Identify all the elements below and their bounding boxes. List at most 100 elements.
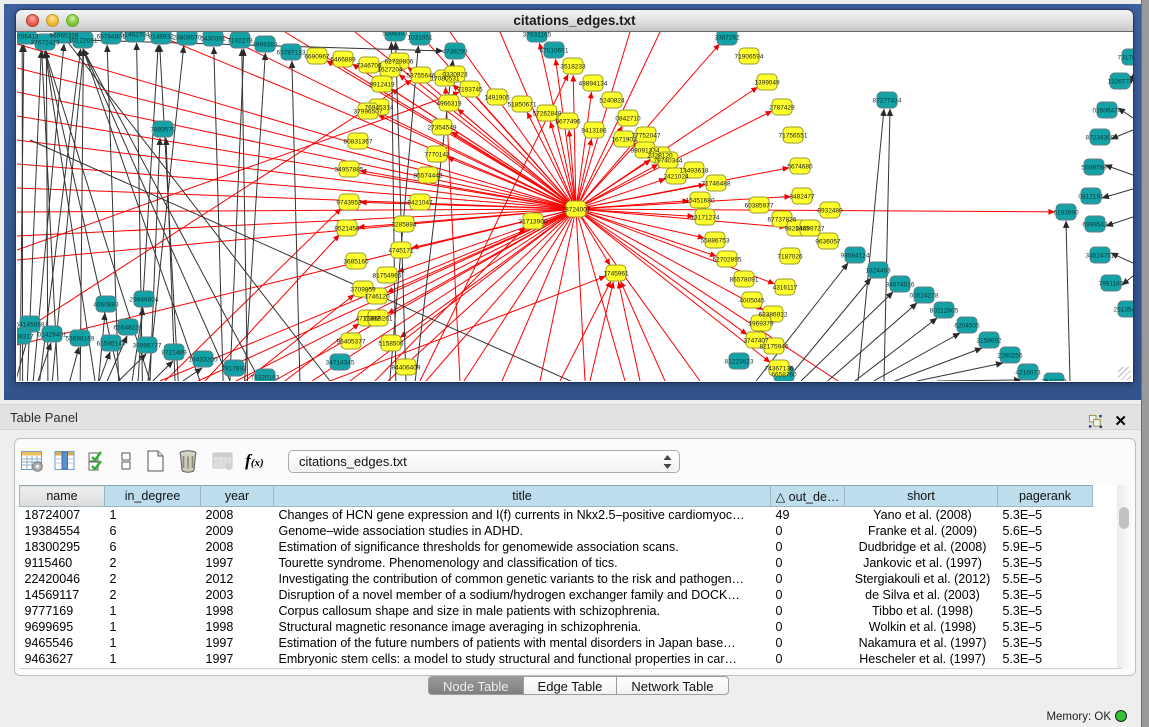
svg-text:7889579: 7889579 bbox=[150, 127, 176, 134]
svg-text:13433200: 13433200 bbox=[189, 357, 218, 364]
svg-text:7193745: 7193745 bbox=[457, 87, 483, 94]
svg-text:1031051: 1031051 bbox=[407, 35, 433, 42]
svg-text:25135427: 25135427 bbox=[1114, 307, 1133, 314]
svg-text:51462704: 51462704 bbox=[121, 32, 150, 39]
svg-text:7182278: 7182278 bbox=[227, 38, 253, 45]
svg-text:02606474: 02606474 bbox=[1093, 108, 1122, 115]
svg-text:9421047: 9421047 bbox=[407, 200, 433, 207]
svg-text:1491905: 1491905 bbox=[484, 95, 510, 102]
svg-text:2787429: 2787429 bbox=[769, 105, 795, 112]
svg-text:71756551: 71756551 bbox=[779, 133, 808, 140]
svg-text:0330923: 0330923 bbox=[442, 72, 468, 79]
svg-text:85574443: 85574443 bbox=[414, 173, 443, 180]
svg-text:6658760: 6658760 bbox=[771, 372, 797, 379]
svg-text:8708317: 8708317 bbox=[17, 334, 34, 341]
svg-text:27354549: 27354549 bbox=[428, 125, 457, 132]
svg-text:1969379: 1969379 bbox=[748, 321, 774, 328]
svg-text:76320163: 76320163 bbox=[251, 375, 280, 382]
svg-text:57262849: 57262849 bbox=[533, 111, 562, 118]
svg-text:37631165: 37631165 bbox=[523, 32, 552, 39]
svg-text:55698169: 55698169 bbox=[66, 336, 95, 343]
svg-text:34624751: 34624751 bbox=[1086, 253, 1115, 260]
svg-text:31713900: 31713900 bbox=[519, 219, 548, 226]
svg-text:3685160: 3685160 bbox=[343, 259, 369, 266]
svg-text:9636057: 9636057 bbox=[815, 239, 841, 246]
svg-text:37672423: 37672423 bbox=[31, 40, 60, 47]
svg-text:0812191: 0812191 bbox=[1078, 194, 1104, 201]
svg-text:4745171: 4745171 bbox=[388, 248, 414, 255]
svg-text:9743953: 9743953 bbox=[336, 200, 362, 207]
svg-text:1824493: 1824493 bbox=[865, 268, 891, 275]
svg-text:1326773: 1326773 bbox=[1107, 79, 1133, 86]
svg-text:80112805: 80112805 bbox=[930, 308, 959, 315]
svg-text:13171274: 13171274 bbox=[691, 215, 720, 222]
svg-text:9413186: 9413186 bbox=[581, 128, 607, 135]
svg-text:3709859: 3709859 bbox=[350, 287, 376, 294]
svg-text:5158506: 5158506 bbox=[378, 341, 404, 348]
svg-text:86578091: 86578091 bbox=[730, 277, 759, 284]
svg-text:5009788: 5009788 bbox=[1081, 165, 1107, 172]
svg-text:60385977: 60385977 bbox=[745, 203, 774, 210]
svg-text:67737826: 67737826 bbox=[768, 217, 797, 224]
svg-text:9521456: 9521456 bbox=[334, 226, 360, 233]
svg-text:7187026: 7187026 bbox=[777, 254, 803, 261]
svg-text:51850671: 51850671 bbox=[508, 102, 537, 109]
svg-text:75869261: 75869261 bbox=[364, 316, 393, 323]
svg-text:81223623: 81223623 bbox=[725, 359, 754, 366]
svg-text:71746488: 71746488 bbox=[702, 181, 731, 188]
svg-text:87234309: 87234309 bbox=[1086, 135, 1115, 142]
svg-text:79740344: 79740344 bbox=[654, 158, 683, 165]
svg-text:4896383: 4896383 bbox=[252, 42, 278, 49]
svg-text:0842710: 0842710 bbox=[615, 116, 641, 123]
svg-text:04499727: 04499727 bbox=[796, 226, 825, 233]
svg-text:6193990: 6193990 bbox=[1053, 210, 1079, 217]
svg-text:81754965: 81754965 bbox=[373, 273, 402, 280]
svg-text:7543303: 7543303 bbox=[1041, 379, 1067, 382]
svg-text:96405377: 96405377 bbox=[337, 339, 366, 346]
svg-text:4060883: 4060883 bbox=[93, 302, 119, 309]
svg-text:62729806: 62729806 bbox=[385, 59, 414, 66]
svg-text:1671902: 1671902 bbox=[611, 137, 637, 144]
svg-text:1746120: 1746120 bbox=[364, 294, 390, 301]
svg-text:29946804: 29946804 bbox=[130, 297, 159, 304]
svg-text:8721489: 8721489 bbox=[161, 350, 187, 357]
svg-text:54145868: 54145868 bbox=[17, 322, 45, 329]
svg-text:61595148: 61595148 bbox=[97, 341, 126, 348]
svg-text:2260256: 2260256 bbox=[997, 353, 1023, 360]
svg-text:8677496: 8677496 bbox=[555, 119, 581, 126]
svg-text:5240824: 5240824 bbox=[599, 98, 625, 105]
svg-text:65648236: 65648236 bbox=[114, 325, 143, 332]
svg-text:7770143: 7770143 bbox=[424, 152, 450, 159]
svg-text:1627204: 1627204 bbox=[377, 67, 403, 74]
svg-text:01429401: 01429401 bbox=[38, 332, 67, 339]
svg-text:10122691: 10122691 bbox=[69, 38, 98, 45]
svg-text:6998543: 6998543 bbox=[1082, 222, 1108, 229]
svg-text:5674680: 5674680 bbox=[787, 164, 813, 171]
svg-text:5466889: 5466889 bbox=[330, 57, 356, 64]
svg-text:5098393: 5098393 bbox=[382, 32, 408, 38]
svg-text:3285884: 3285884 bbox=[391, 222, 417, 229]
svg-text:49894134: 49894134 bbox=[579, 81, 608, 88]
svg-text:28809570: 28809570 bbox=[173, 35, 202, 42]
svg-text:36995777: 36995777 bbox=[133, 343, 162, 350]
svg-text:00524278: 00524278 bbox=[910, 293, 939, 300]
svg-text:3482477: 3482477 bbox=[789, 194, 815, 201]
svg-text:67010651: 67010651 bbox=[540, 48, 569, 55]
svg-text:1399049: 1399049 bbox=[754, 80, 780, 87]
svg-text:55886753: 55886753 bbox=[701, 238, 730, 245]
svg-text:0932480: 0932480 bbox=[817, 208, 843, 215]
svg-text:5430391: 5430391 bbox=[200, 36, 226, 43]
svg-text:87277434: 87277434 bbox=[873, 98, 902, 105]
svg-text:18724007: 18724007 bbox=[562, 207, 591, 214]
svg-text:6690967: 6690967 bbox=[304, 54, 330, 61]
svg-text:1745961: 1745961 bbox=[603, 271, 629, 278]
svg-text:6204505: 6204505 bbox=[954, 323, 980, 330]
svg-text:65787133: 65787133 bbox=[277, 50, 306, 57]
svg-text:7917693: 7917693 bbox=[221, 366, 247, 373]
svg-text:73178108: 73178108 bbox=[1118, 55, 1133, 62]
svg-text:94406409: 94406409 bbox=[392, 365, 421, 372]
svg-text:2421024: 2421024 bbox=[663, 174, 689, 181]
svg-text:3158692: 3158692 bbox=[976, 338, 1002, 345]
svg-text:62702895: 62702895 bbox=[713, 257, 742, 264]
svg-text:71906594: 71906594 bbox=[735, 54, 764, 61]
